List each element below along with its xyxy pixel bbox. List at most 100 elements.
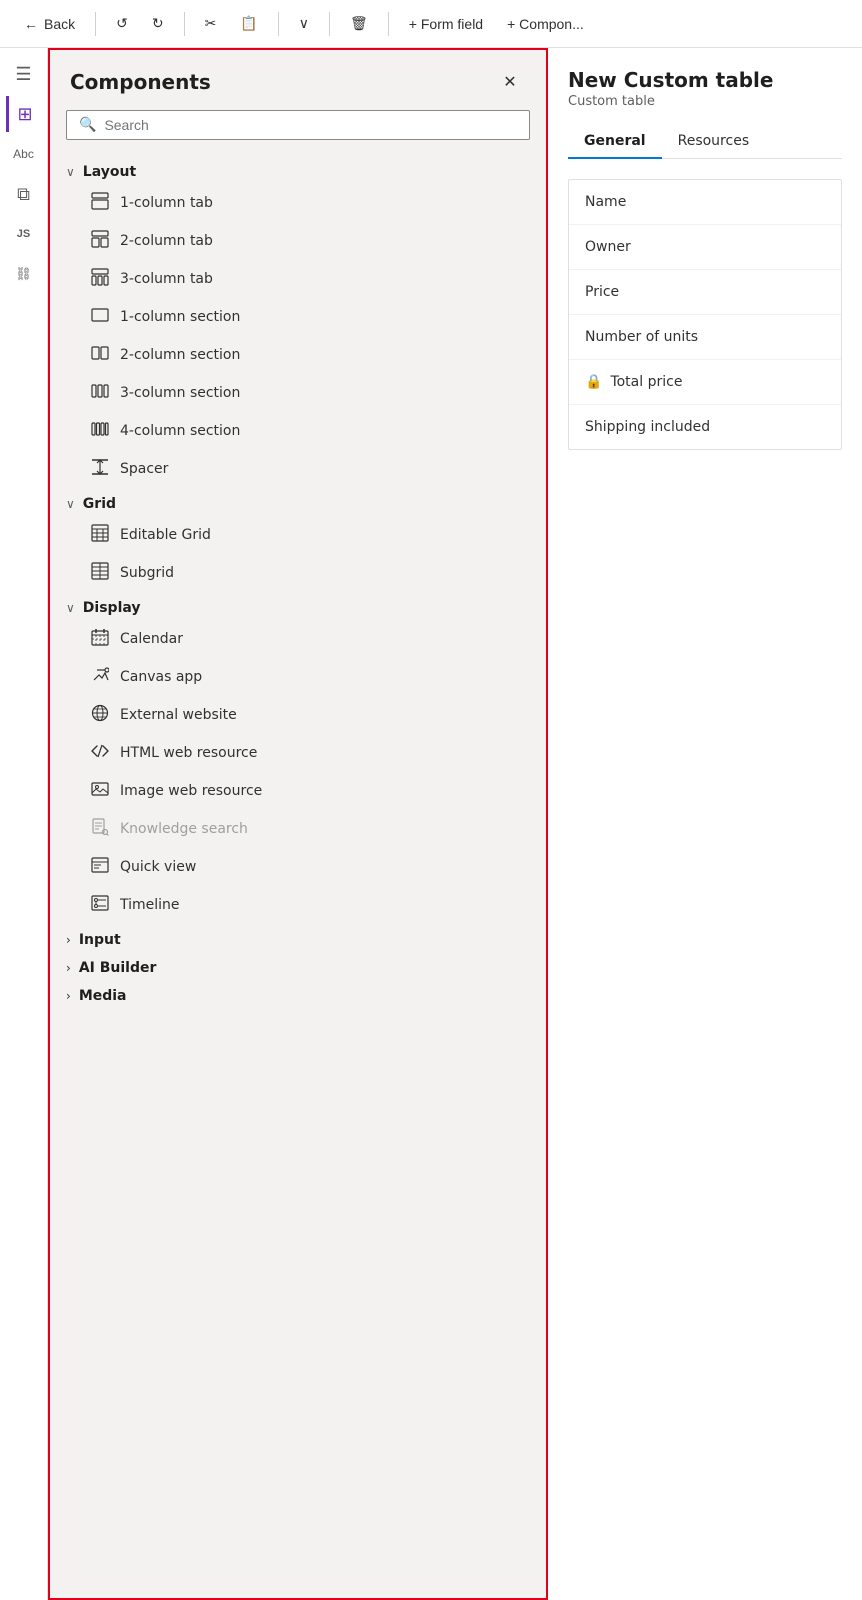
quick-view-item[interactable]: Quick view bbox=[66, 848, 530, 886]
ai-builder-chevron-icon: › bbox=[66, 961, 71, 975]
form-field-label: + Form field bbox=[409, 16, 483, 32]
toolbar-divider-4 bbox=[329, 12, 330, 36]
editable-grid-item[interactable]: Editable Grid bbox=[66, 516, 530, 554]
subgrid-item[interactable]: Subgrid bbox=[66, 554, 530, 592]
component-label: + Compon... bbox=[507, 16, 584, 32]
toolbar-divider-1 bbox=[95, 12, 96, 36]
spacer-item[interactable]: Spacer bbox=[66, 450, 530, 488]
main-layout: ☰ ⊞ Abc ⧉ JS ⛓ Components ✕ 🔍 bbox=[0, 48, 862, 1600]
field-number-of-units: Number of units bbox=[569, 315, 841, 360]
dropdown-button[interactable]: ∨ bbox=[291, 11, 317, 36]
media-section-label: Media bbox=[79, 988, 127, 1004]
quick-view-icon bbox=[90, 856, 110, 878]
4col-section-label: 4-column section bbox=[120, 423, 240, 439]
search-input[interactable] bbox=[104, 117, 517, 133]
toolbar-divider-3 bbox=[278, 12, 279, 36]
ai-builder-section-header[interactable]: › AI Builder bbox=[66, 952, 530, 980]
calendar-item[interactable]: Calendar bbox=[66, 620, 530, 658]
2col-section-item[interactable]: 2-column section bbox=[66, 336, 530, 374]
toolbar-divider-5 bbox=[388, 12, 389, 36]
form-field-button[interactable]: + Form field bbox=[401, 12, 491, 36]
calendar-label: Calendar bbox=[120, 631, 183, 647]
components-list: ∨ Layout 1-column tab bbox=[50, 156, 546, 1598]
2col-tab-icon bbox=[90, 230, 110, 252]
knowledge-search-label: Knowledge search bbox=[120, 821, 248, 837]
knowledge-search-item: Knowledge search bbox=[66, 810, 530, 848]
close-button[interactable]: ✕ bbox=[494, 66, 526, 98]
search-icon: 🔍 bbox=[79, 117, 96, 133]
quick-view-label: Quick view bbox=[120, 859, 196, 875]
3col-tab-icon bbox=[90, 268, 110, 290]
layout-section-header[interactable]: ∨ Layout bbox=[66, 156, 530, 184]
cut-icon: ✂ bbox=[205, 15, 217, 32]
layout-chevron-icon: ∨ bbox=[66, 165, 75, 179]
1col-section-label: 1-column section bbox=[120, 309, 240, 325]
chevron-down-icon: ∨ bbox=[299, 15, 309, 32]
3col-section-icon bbox=[90, 382, 110, 404]
1col-section-item[interactable]: 1-column section bbox=[66, 298, 530, 336]
display-section-header[interactable]: ∨ Display bbox=[66, 592, 530, 620]
field-total-price: 🔒 Total price bbox=[569, 360, 841, 405]
redo-button[interactable]: ↻ bbox=[144, 11, 172, 36]
editable-grid-icon bbox=[90, 524, 110, 546]
4col-section-item[interactable]: 4-column section bbox=[66, 412, 530, 450]
cut-button[interactable]: ✂ bbox=[197, 11, 225, 36]
input-section-header[interactable]: › Input bbox=[66, 924, 530, 952]
delete-button[interactable]: 🗑 bbox=[342, 11, 376, 36]
field-number-of-units-label: Number of units bbox=[585, 329, 698, 345]
2col-tab-item[interactable]: 2-column tab bbox=[66, 222, 530, 260]
lock-icon: 🔒 bbox=[585, 374, 602, 390]
image-web-resource-label: Image web resource bbox=[120, 783, 262, 799]
paste-button[interactable]: 📋 bbox=[232, 11, 265, 36]
grid-icon: ⊞ bbox=[17, 104, 32, 125]
1col-tab-item[interactable]: 1-column tab bbox=[66, 184, 530, 222]
display-section-label: Display bbox=[83, 600, 141, 616]
back-button[interactable]: ← Back bbox=[16, 12, 83, 36]
html-web-resource-label: HTML web resource bbox=[120, 745, 257, 761]
external-website-label: External website bbox=[120, 707, 237, 723]
3col-section-label: 3-column section bbox=[120, 385, 240, 401]
redo-icon: ↻ bbox=[152, 15, 164, 32]
media-section-header[interactable]: › Media bbox=[66, 980, 530, 1008]
layers-icon-btn[interactable]: ⧉ bbox=[6, 176, 42, 212]
menu-icon-btn[interactable]: ☰ bbox=[6, 56, 42, 92]
subgrid-label: Subgrid bbox=[120, 565, 174, 581]
text-icon-btn[interactable]: Abc bbox=[6, 136, 42, 172]
1col-tab-icon bbox=[90, 192, 110, 214]
tab-general[interactable]: General bbox=[568, 125, 662, 159]
input-chevron-icon: › bbox=[66, 933, 71, 947]
timeline-label: Timeline bbox=[120, 897, 180, 913]
timeline-icon bbox=[90, 894, 110, 916]
3col-tab-item[interactable]: 3-column tab bbox=[66, 260, 530, 298]
external-website-item[interactable]: External website bbox=[66, 696, 530, 734]
undo-button[interactable]: ↺ bbox=[108, 11, 136, 36]
canvas-app-item[interactable]: Canvas app bbox=[66, 658, 530, 696]
grid-section-header[interactable]: ∨ Grid bbox=[66, 488, 530, 516]
panel-title: Components bbox=[70, 70, 211, 94]
timeline-item[interactable]: Timeline bbox=[66, 886, 530, 924]
grid-icon-btn[interactable]: ⊞ bbox=[6, 96, 42, 132]
image-web-resource-item[interactable]: Image web resource bbox=[66, 772, 530, 810]
tab-resources[interactable]: Resources bbox=[662, 125, 766, 159]
2col-tab-label: 2-column tab bbox=[120, 233, 213, 249]
spacer-icon bbox=[90, 458, 110, 480]
2col-section-icon bbox=[90, 344, 110, 366]
components-panel: Components ✕ 🔍 ∨ Layout bbox=[48, 48, 548, 1600]
1col-tab-label: 1-column tab bbox=[120, 195, 213, 211]
connector-icon: ⛓ bbox=[15, 266, 32, 282]
html-web-resource-item[interactable]: HTML web resource bbox=[66, 734, 530, 772]
canvas-app-icon bbox=[90, 666, 110, 688]
js-icon-btn[interactable]: JS bbox=[6, 216, 42, 252]
paste-icon: 📋 bbox=[240, 15, 257, 32]
search-box: 🔍 bbox=[66, 110, 530, 140]
field-name: Name bbox=[569, 180, 841, 225]
media-chevron-icon: › bbox=[66, 989, 71, 1003]
editable-grid-label: Editable Grid bbox=[120, 527, 211, 543]
connector-icon-btn[interactable]: ⛓ bbox=[6, 256, 42, 292]
field-shipping-included-label: Shipping included bbox=[585, 419, 710, 435]
component-button[interactable]: + Compon... bbox=[499, 12, 592, 36]
menu-icon: ☰ bbox=[15, 64, 31, 85]
subgrid-icon bbox=[90, 562, 110, 584]
toolbar-divider-2 bbox=[184, 12, 185, 36]
3col-section-item[interactable]: 3-column section bbox=[66, 374, 530, 412]
